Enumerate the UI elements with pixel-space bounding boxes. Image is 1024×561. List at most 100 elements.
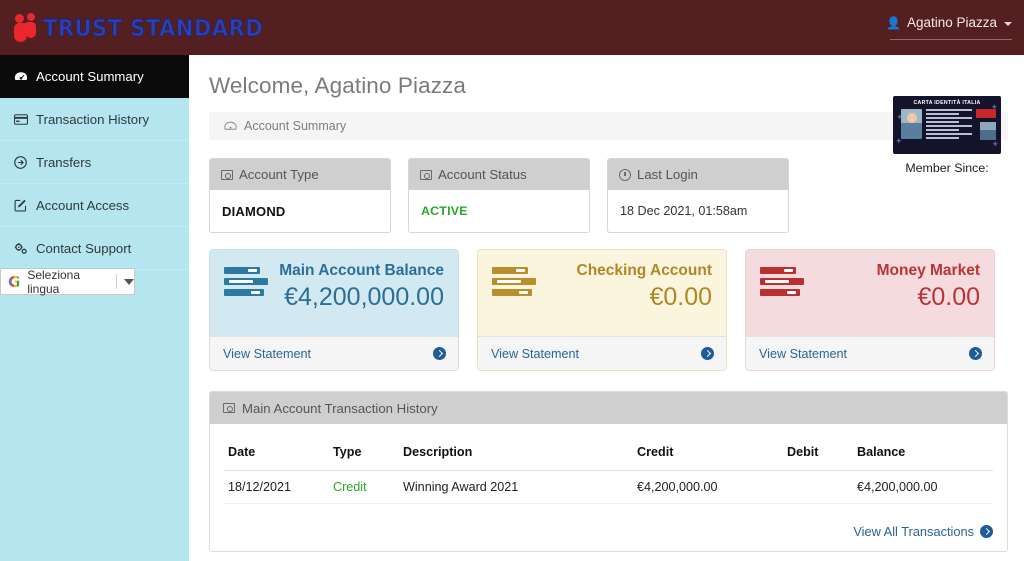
- panel-footer: View All Transactions: [210, 514, 1007, 551]
- google-g-icon: G: [8, 272, 21, 291]
- panel-title: Main Account Transaction History: [242, 400, 438, 416]
- balance-amount: €4,200,000.00: [284, 282, 444, 311]
- last-login-card: Last Login 18 Dec 2021, 01:58am: [607, 158, 789, 233]
- sidebar-item-label: Transfers: [36, 154, 92, 170]
- server-bars-icon: [760, 262, 804, 300]
- brand-logo[interactable]: TRUST STANDARD: [0, 0, 263, 55]
- card-footer[interactable]: View Statement: [210, 336, 458, 370]
- checking-account-card: Checking Account €0.00 View Statement: [477, 249, 727, 371]
- sidebar-item-account-access[interactable]: Account Access: [0, 184, 189, 227]
- panel-header: Main Account Transaction History: [210, 392, 1007, 424]
- italian-identity-card-image: ✦ ✦ ✦ ✦ CARTA IDENTITÀ ITALIA: [893, 96, 1001, 154]
- status-badge: ACTIVE: [421, 204, 468, 218]
- id-portrait-photo: [901, 109, 922, 139]
- server-bars-icon: [224, 262, 268, 300]
- last-login-value: 18 Dec 2021, 01:58am: [620, 204, 748, 218]
- cell-credit: €4,200,000.00: [633, 470, 783, 504]
- panel-body: Date Type Description Credit Debit Balan…: [210, 424, 1007, 514]
- cell-balance: €4,200,000.00: [853, 470, 993, 504]
- card-body: Checking Account €0.00: [478, 250, 726, 336]
- user-menu-underline: [890, 39, 1012, 40]
- balance-amount: €0.00: [917, 282, 980, 311]
- balance-amount: €0.00: [649, 282, 712, 311]
- divider: [116, 274, 117, 289]
- card-body: 18 Dec 2021, 01:58am: [608, 190, 788, 232]
- sidebar-item-label: Contact Support: [36, 240, 132, 256]
- card-footer[interactable]: View Statement: [746, 336, 994, 370]
- column-header-debit: Debit: [783, 436, 853, 471]
- column-header-date: Date: [224, 436, 329, 471]
- card-title: Account Type: [239, 167, 319, 182]
- cell-description: Winning Award 2021: [399, 470, 633, 504]
- sidebar-item-contact-support[interactable]: Contact Support: [0, 227, 189, 270]
- table-header: Date Type Description Credit Debit Balan…: [224, 436, 993, 471]
- id-secondary-photo: [980, 122, 996, 140]
- id-stamp: [976, 109, 996, 118]
- arrow-circle-right-icon: [13, 155, 28, 169]
- caret-down-icon[interactable]: [124, 278, 134, 285]
- view-statement-link[interactable]: View Statement: [491, 347, 579, 361]
- view-statement-link[interactable]: View Statement: [759, 347, 847, 361]
- main-account-balance-card: Main Account Balance €4,200,000.00 View …: [209, 249, 459, 371]
- view-statement-link[interactable]: View Statement: [223, 347, 311, 361]
- card-body: ACTIVE: [409, 190, 589, 232]
- dashboard-icon: [13, 71, 28, 82]
- card-body: DIAMOND: [210, 190, 390, 232]
- sidebar-item-label: Transaction History: [36, 111, 150, 127]
- account-type-value: DIAMOND: [222, 203, 286, 219]
- id-text-fields: [926, 109, 972, 140]
- column-header-type: Type: [329, 436, 399, 471]
- arrow-circle-right-icon[interactable]: [969, 347, 982, 360]
- card-header: Account Type: [210, 159, 390, 190]
- clock-icon: [619, 168, 631, 181]
- cell-date: 18/12/2021: [224, 470, 329, 504]
- arrow-circle-right-icon[interactable]: [701, 347, 714, 360]
- sidebar-item-label: Account Access: [36, 197, 130, 213]
- view-all-transactions-link[interactable]: View All Transactions: [853, 524, 974, 539]
- card-footer[interactable]: View Statement: [478, 336, 726, 370]
- pen-square-icon: [13, 199, 28, 212]
- balance-card-title: Checking Account: [576, 262, 713, 279]
- top-header-bar: TRUST STANDARD 👤 Agatino Piazza: [0, 0, 1024, 55]
- account-type-card: Account Type DIAMOND: [209, 158, 391, 233]
- column-header-description: Description: [399, 436, 633, 471]
- sidebar-nav: Account Summary Transaction History Tran…: [0, 55, 189, 561]
- table-row[interactable]: 18/12/2021 Credit Winning Award 2021 €4,…: [224, 470, 993, 504]
- card-title: Last Login: [637, 167, 698, 182]
- card-header: Last Login: [608, 159, 788, 190]
- card-body: Main Account Balance €4,200,000.00: [210, 250, 458, 336]
- dashboard-icon: [223, 121, 238, 131]
- balance-card-title: Money Market: [876, 262, 980, 279]
- id-badge-icon: [223, 403, 235, 413]
- user-menu-button[interactable]: 👤 Agatino Piazza: [886, 15, 1012, 39]
- table-body: 18/12/2021 Credit Winning Award 2021 €4,…: [224, 470, 993, 504]
- topbar-right: 👤 Agatino Piazza: [886, 0, 1024, 55]
- sidebar-item-label: Account Summary: [36, 69, 144, 84]
- translate-select-label: Seleziona lingua: [27, 267, 81, 296]
- id-badge-icon: [420, 169, 432, 180]
- cell-type: Credit: [329, 470, 399, 504]
- sidebar-item-transaction-history[interactable]: Transaction History: [0, 98, 189, 141]
- card-title: Account Status: [438, 167, 527, 182]
- arrow-circle-right-icon[interactable]: [433, 347, 446, 360]
- credit-card-icon: [13, 113, 28, 125]
- column-header-credit: Credit: [633, 436, 783, 471]
- member-since-label: Member Since:: [905, 161, 989, 175]
- card-body: Money Market €0.00: [746, 250, 994, 336]
- id-card-title: CARTA IDENTITÀ ITALIA: [913, 100, 981, 106]
- account-status-card: Account Status ACTIVE: [408, 158, 590, 233]
- google-translate-widget[interactable]: G Seleziona lingua: [0, 267, 135, 296]
- money-market-card: Money Market €0.00 View Statement: [745, 249, 995, 371]
- arrow-circle-right-icon[interactable]: [980, 525, 993, 538]
- table-header-row: Date Type Description Credit Debit Balan…: [224, 436, 993, 471]
- transaction-history-panel: Main Account Transaction History Date Ty…: [209, 391, 1008, 552]
- card-header: Account Status: [409, 159, 589, 190]
- brand-name: TRUST STANDARD: [43, 14, 264, 42]
- page-root: TRUST STANDARD 👤 Agatino Piazza Account …: [0, 0, 1024, 561]
- breadcrumb-label: Account Summary: [244, 119, 347, 133]
- sidebar-item-account-summary[interactable]: Account Summary: [0, 55, 189, 98]
- column-header-balance: Balance: [853, 436, 993, 471]
- sidebar-item-transfers[interactable]: Transfers: [0, 141, 189, 184]
- two-people-heart-icon: [14, 12, 40, 43]
- transactions-table: Date Type Description Credit Debit Balan…: [224, 436, 993, 504]
